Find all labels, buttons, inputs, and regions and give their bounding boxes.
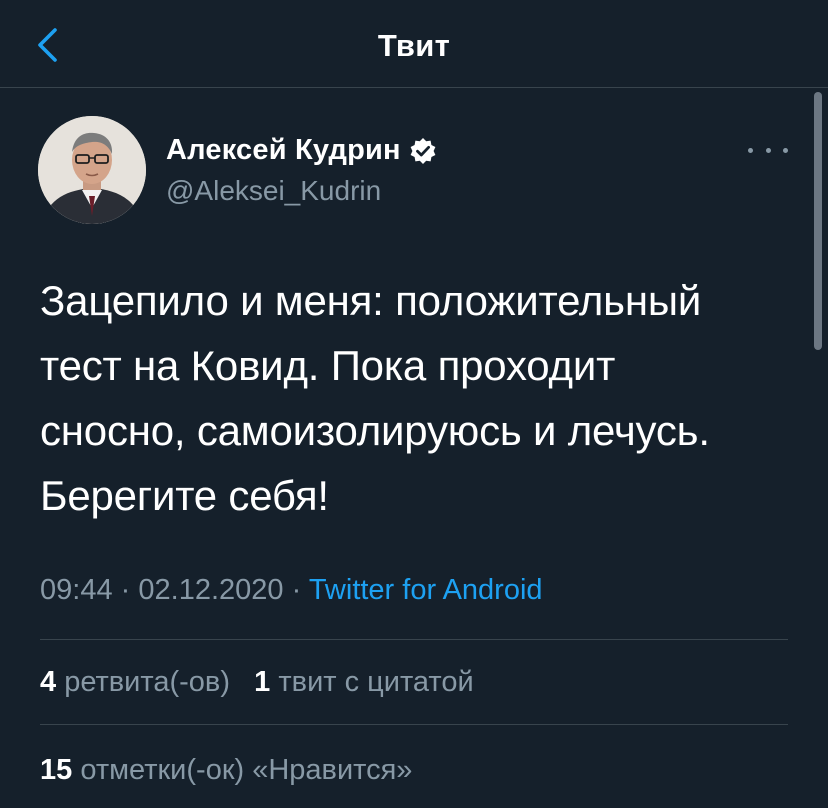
page-title: Твит [377, 28, 451, 63]
tweet-time: 09:44 [40, 574, 113, 606]
likes-label: отметки(-ок) «Нравится» [80, 754, 413, 786]
retweets-count: 4 [40, 666, 57, 698]
likes-link[interactable]: 15 отметки(-ок) «Нравится» [40, 754, 412, 786]
tweet-source-link[interactable]: Twitter for Android [309, 574, 543, 606]
quotes-label: твит с цитатой [278, 666, 474, 698]
author-handle[interactable]: @Aleksei_Kudrin [166, 175, 437, 207]
tweet-text-line: тест на Ковид. Пока проходит [40, 342, 616, 389]
retweets-link[interactable]: 4 ретвита(-ов) [40, 666, 238, 698]
avatar-photo [38, 116, 146, 224]
scrollbar[interactable] [814, 92, 822, 350]
top-bar: Твит [0, 0, 828, 88]
avatar[interactable] [38, 116, 146, 224]
tweet-text: Зацепило и меня: положительный тест на К… [40, 268, 800, 528]
more-options-icon-dot [783, 147, 788, 153]
tweet-date: 02.12.2020 [138, 574, 284, 606]
retweets-label: ретвита(-ов) [64, 666, 230, 698]
divider [40, 639, 788, 640]
meta-separator: · [291, 574, 302, 606]
more-options-icon-dot [765, 147, 771, 153]
quotes-count: 1 [254, 666, 271, 698]
meta-separator: · [120, 574, 131, 606]
tweet-text-line: Берегите себя! [40, 472, 329, 519]
author-name[interactable]: Алексей Кудрин [166, 134, 401, 167]
divider [40, 724, 788, 725]
retweet-stats: 4 ретвита(-ов) 1 твит с цитатой [40, 666, 474, 699]
tweet-text-line: Зацепило и меня: положительный [40, 277, 702, 324]
more-options-icon [748, 147, 753, 153]
like-stats: 15 отметки(-ок) «Нравится» [40, 754, 412, 787]
author-block[interactable]: Алексей Кудрин @Aleksei_Kudrin [166, 134, 437, 207]
quotes-link[interactable]: 1 твит с цитатой [254, 666, 474, 698]
tweet-text-line: сносно, самоизолируюсь и лечусь. [40, 407, 710, 454]
tweet-meta: 09:44 · 02.12.2020 · Twitter for Android [40, 574, 543, 607]
verified-badge-icon [409, 137, 437, 165]
more-options-button[interactable] [748, 140, 788, 160]
likes-count: 15 [40, 754, 73, 786]
